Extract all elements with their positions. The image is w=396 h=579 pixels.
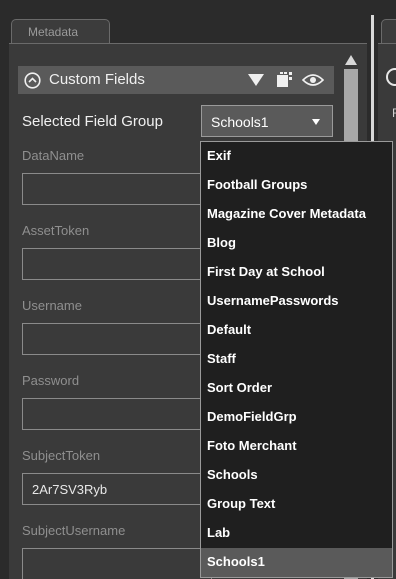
dropdown-option[interactable]: Schools: [201, 461, 392, 490]
field-label-subjectusername: SubjectUsername: [22, 523, 126, 538]
scroll-up-arrow-icon[interactable]: [345, 55, 357, 65]
dropdown-option[interactable]: DemoFieldGrp: [201, 403, 392, 432]
columns-icon[interactable]: [276, 71, 293, 88]
dropdown-option[interactable]: Foto Merchant: [201, 432, 392, 461]
field-input-password[interactable]: [22, 398, 212, 430]
field-input-subjectusername[interactable]: [22, 548, 212, 579]
field-input-dataname[interactable]: [22, 173, 212, 205]
custom-fields-header[interactable]: Custom Fields: [18, 66, 334, 94]
dropdown-option[interactable]: Group Text: [201, 490, 392, 519]
dropdown-option[interactable]: UsernamePasswords: [201, 287, 392, 316]
field-label-dataname: DataName: [22, 148, 85, 163]
chevron-down-icon: [312, 119, 320, 125]
field-label-subjecttoken: SubjectToken: [22, 448, 101, 463]
eye-icon[interactable]: [302, 72, 324, 88]
triangle-down-icon[interactable]: [248, 74, 264, 86]
field-input-subjecttoken[interactable]: 2Ar7SV3Ryb: [22, 473, 212, 505]
field-label-assettoken: AssetToken: [22, 223, 90, 238]
dropdown-option[interactable]: Sort Order: [201, 374, 392, 403]
tab-right-panel[interactable]: [381, 19, 396, 43]
field-label-password: Password: [22, 373, 80, 388]
tab-metadata[interactable]: Metadata: [11, 19, 110, 43]
dropdown-option[interactable]: Blog: [201, 229, 392, 258]
field-input-assettoken[interactable]: [22, 248, 212, 280]
dropdown-option[interactable]: Staff: [201, 345, 392, 374]
dropdown-option[interactable]: Exif: [201, 142, 392, 171]
collapse-circle-icon[interactable]: [386, 68, 396, 86]
field-group-select-value: Schools1: [211, 114, 269, 130]
field-group-select[interactable]: Schools1: [201, 105, 333, 137]
dropdown-option-selected[interactable]: Schools1: [201, 548, 392, 577]
dropdown-option[interactable]: Default: [201, 316, 392, 345]
dropdown-option[interactable]: Football Groups: [201, 171, 392, 200]
right-panel-label: R: [392, 106, 396, 120]
field-label-username: Username: [22, 298, 82, 313]
dropdown-option[interactable]: Magazine Cover Metadata: [201, 200, 392, 229]
field-group-dropdown-list[interactable]: Exif Football Groups Magazine Cover Meta…: [200, 141, 393, 578]
metadata-window: Metadata R Custom Fields: [0, 0, 396, 579]
dropdown-option[interactable]: Lab: [201, 519, 392, 548]
field-input-username[interactable]: [22, 323, 212, 355]
selected-field-group-label: Selected Field Group: [22, 113, 163, 130]
section-title: Custom Fields: [49, 71, 145, 88]
chevron-up-circle-icon[interactable]: [24, 72, 41, 89]
dropdown-option[interactable]: First Day at School: [201, 258, 392, 287]
